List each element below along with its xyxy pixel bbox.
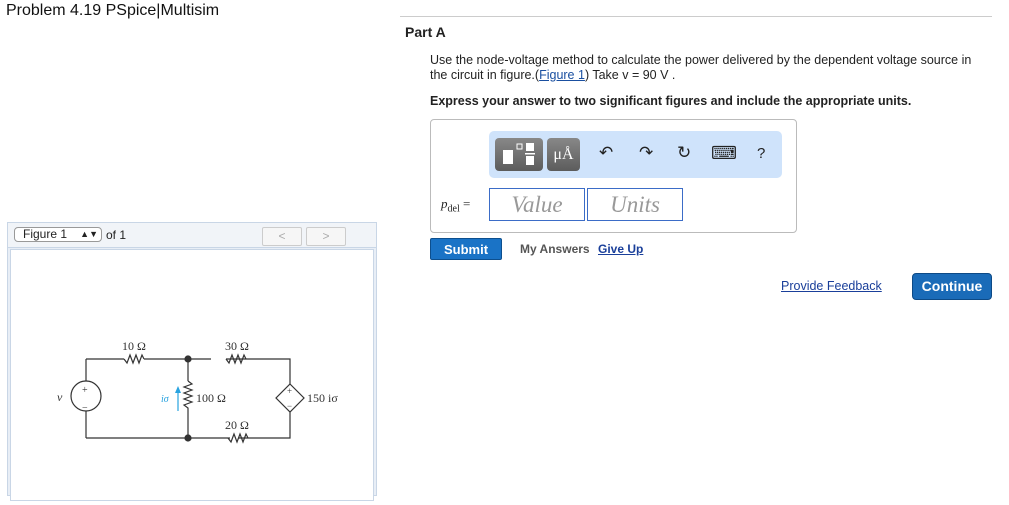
figure-count: of 1	[106, 228, 127, 242]
submit-button[interactable]: Submit	[430, 238, 502, 260]
circuit-diagram: 10 Ω 30 Ω 100 Ω 20 Ω v iσ 150 iσ + − + −	[57, 339, 338, 444]
dep-plus-sign: +	[287, 386, 292, 396]
math-toolbar: μÅ ↶ ↷ ↻ ⌨ ?	[489, 131, 782, 178]
resistor-10	[123, 353, 145, 365]
instruction: Express your answer to two significant f…	[430, 94, 912, 108]
units-input[interactable]: Units	[587, 188, 683, 221]
wires	[85, 358, 291, 439]
template-button[interactable]	[495, 138, 543, 171]
divider	[400, 16, 992, 17]
question-text: Use the node-voltage method to calculate…	[430, 53, 990, 83]
help-icon[interactable]: ?	[757, 145, 765, 162]
figure-link[interactable]: Figure 1	[539, 68, 585, 82]
my-answers-link[interactable]: My Answers	[520, 242, 590, 256]
answer-box: μÅ ↶ ↷ ↻ ⌨ ? pdel = Value Units	[430, 119, 797, 233]
continue-button[interactable]: Continue	[912, 273, 992, 300]
provide-feedback-link[interactable]: Provide Feedback	[781, 279, 882, 293]
give-up-link[interactable]: Give Up	[598, 242, 643, 256]
question-pre: Use the node-voltage method to calculate…	[430, 53, 972, 82]
label-100-ohm: 100 Ω	[196, 391, 226, 405]
label-20-ohm: 20 Ω	[225, 418, 249, 432]
dep-minus-sign: −	[287, 401, 292, 411]
circuit-figure: 10 Ω 30 Ω 100 Ω 20 Ω v iσ 150 iσ + − + −	[10, 249, 374, 501]
answer-label: pdel =	[441, 196, 470, 215]
select-arrows-icon: ▲▼	[80, 229, 98, 239]
label-i-sigma: iσ	[161, 394, 170, 405]
fraction-template-icon	[503, 143, 535, 165]
figure-header: Figure 1 ▲▼ of 1 < >	[8, 223, 376, 248]
label-10-ohm: 10 Ω	[122, 339, 146, 353]
resistor-20	[227, 432, 249, 444]
figure-select[interactable]: Figure 1 ▲▼	[14, 227, 102, 242]
next-figure-button[interactable]: >	[306, 227, 346, 246]
keyboard-icon[interactable]: ⌨	[711, 143, 737, 164]
label-sub: del	[447, 203, 460, 215]
units-button[interactable]: μÅ	[547, 138, 580, 171]
label-equals: =	[462, 196, 471, 211]
resistor-100	[182, 380, 194, 416]
question-post: ) Take v = 90 V .	[584, 68, 676, 82]
part-label: Part A	[405, 24, 446, 40]
value-input[interactable]: Value	[489, 188, 585, 221]
undo-icon[interactable]: ↶	[599, 143, 613, 163]
label-v: v	[57, 390, 63, 404]
problem-title: Problem 4.19 PSpice|Multisim	[6, 2, 220, 19]
prev-figure-button[interactable]: <	[262, 227, 302, 246]
label-30-ohm: 30 Ω	[225, 339, 249, 353]
minus-sign: −	[82, 403, 88, 414]
plus-sign: +	[82, 385, 88, 396]
figure-select-value: Figure 1	[23, 227, 68, 241]
label-dep-source: 150 iσ	[307, 391, 338, 405]
figure-panel: Figure 1 ▲▼ of 1 < > 10 Ω 30 Ω 100 Ω 20 Ω…	[7, 222, 377, 501]
redo-icon[interactable]: ↷	[639, 143, 653, 163]
reset-icon[interactable]: ↻	[677, 143, 691, 163]
